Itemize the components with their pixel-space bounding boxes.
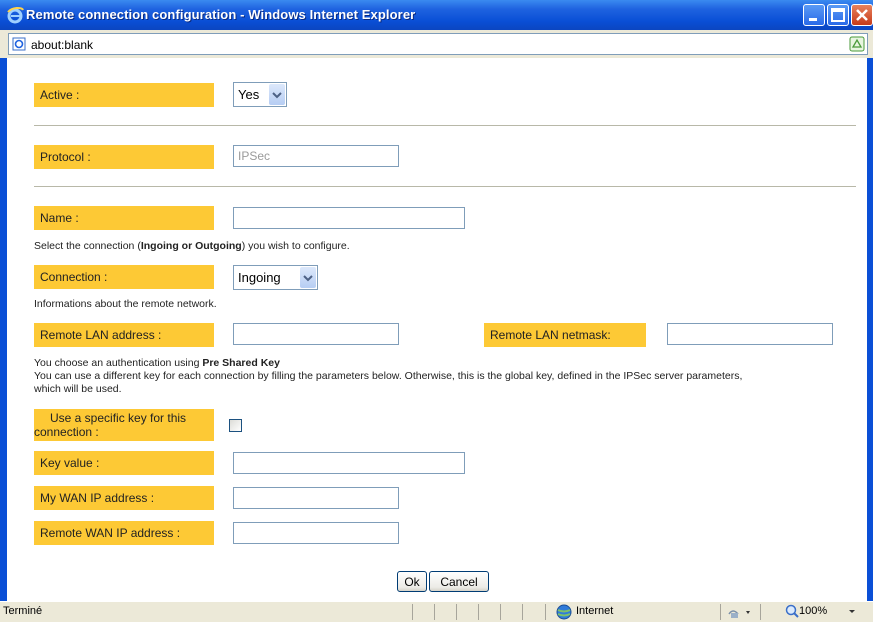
globe-icon [556,604,572,620]
zoom-level[interactable]: 100% [799,605,827,617]
chevron-down-icon[interactable] [848,609,856,615]
internet-explorer-icon [7,6,24,24]
address-text: about:blank [31,38,94,52]
minimize-icon [809,18,817,21]
protected-mode-icon[interactable] [727,605,753,619]
address-bar: about:blank [0,30,873,58]
address-field[interactable]: about:blank [8,33,868,55]
auth-text-line2: You can use a different key for each con… [34,370,743,382]
remote-lan-netmask-input[interactable] [667,323,833,345]
remote-wan-ip-input[interactable] [233,522,399,544]
window-border-left [0,58,7,601]
cancel-button[interactable]: Cancel [429,571,489,592]
maximize-icon [831,8,845,22]
active-select-value: Yes [238,87,260,102]
active-select[interactable]: Yes [233,82,287,107]
connection-select-value: Ingoing [238,270,281,285]
specific-key-label-line2: connection : [34,425,99,439]
my-wan-ip-label: My WAN IP address : [34,486,214,510]
separator [34,125,856,126]
remote-wan-ip-label: Remote WAN IP address : [34,521,214,545]
zone-text: Internet [576,605,614,617]
connection-help-suffix: ) you wish to configure. [241,240,350,252]
window-title: Remote connection configuration - Window… [26,7,416,22]
separator [34,186,856,187]
status-divider [456,604,457,620]
connection-help-text: Select the connection (Ingoing or Outgoi… [8,240,350,252]
status-divider [760,604,761,620]
specific-key-label-line1: Use a specific key for this [50,411,187,425]
status-divider [500,604,501,620]
chevron-down-icon [300,267,316,288]
active-label: Active : [34,83,214,107]
compatibility-icon[interactable] [849,36,865,52]
page-icon [12,37,26,51]
status-bar: Terminé Internet 100% [0,601,873,622]
auth-text-line3: which will be used. [34,383,122,395]
status-divider [478,604,479,620]
ok-button[interactable]: Ok [397,571,427,592]
status-divider [522,604,523,620]
page-content: Active : Yes Protocol : IPSec Name : Sel… [7,58,867,601]
remote-info-text: Informations about the remote network. [34,298,217,310]
status-divider [720,604,721,620]
title-bar: Remote connection configuration - Window… [0,0,873,30]
protocol-field: IPSec [233,145,399,167]
auth-prefix: You choose an authentication using [34,357,203,369]
auth-text-line1: You choose an authentication using Pre S… [8,357,280,369]
zoom-icon [785,604,799,618]
connection-help-bold: Ingoing or Outgoing [140,240,242,252]
status-divider [434,604,435,620]
remote-lan-address-input[interactable] [233,323,399,345]
specific-key-checkbox[interactable] [229,419,242,432]
status-divider [545,604,546,620]
connection-help-prefix: Select the connection ( [34,240,141,252]
status-text: Terminé [3,605,43,617]
name-label: Name : [34,206,214,230]
window-border-right [867,58,873,601]
specific-key-label: Use a specific key for this connection : [34,409,214,441]
my-wan-ip-input[interactable] [233,487,399,509]
connection-select[interactable]: Ingoing [233,265,318,290]
key-value-label: Key value : [34,451,214,475]
auth-bold: Pre Shared Key [202,357,280,369]
key-value-input[interactable] [233,452,465,474]
close-icon [856,9,868,21]
maximize-button[interactable] [827,4,849,26]
remote-lan-netmask-label: Remote LAN netmask: [484,323,646,347]
name-input[interactable] [233,207,465,229]
status-divider [412,604,413,620]
remote-lan-address-label: Remote LAN address : [34,323,214,347]
connection-label: Connection : [34,265,214,289]
chevron-down-icon [269,84,285,105]
close-button[interactable] [851,4,873,26]
minimize-button[interactable] [803,4,825,26]
protocol-label: Protocol : [34,145,214,169]
